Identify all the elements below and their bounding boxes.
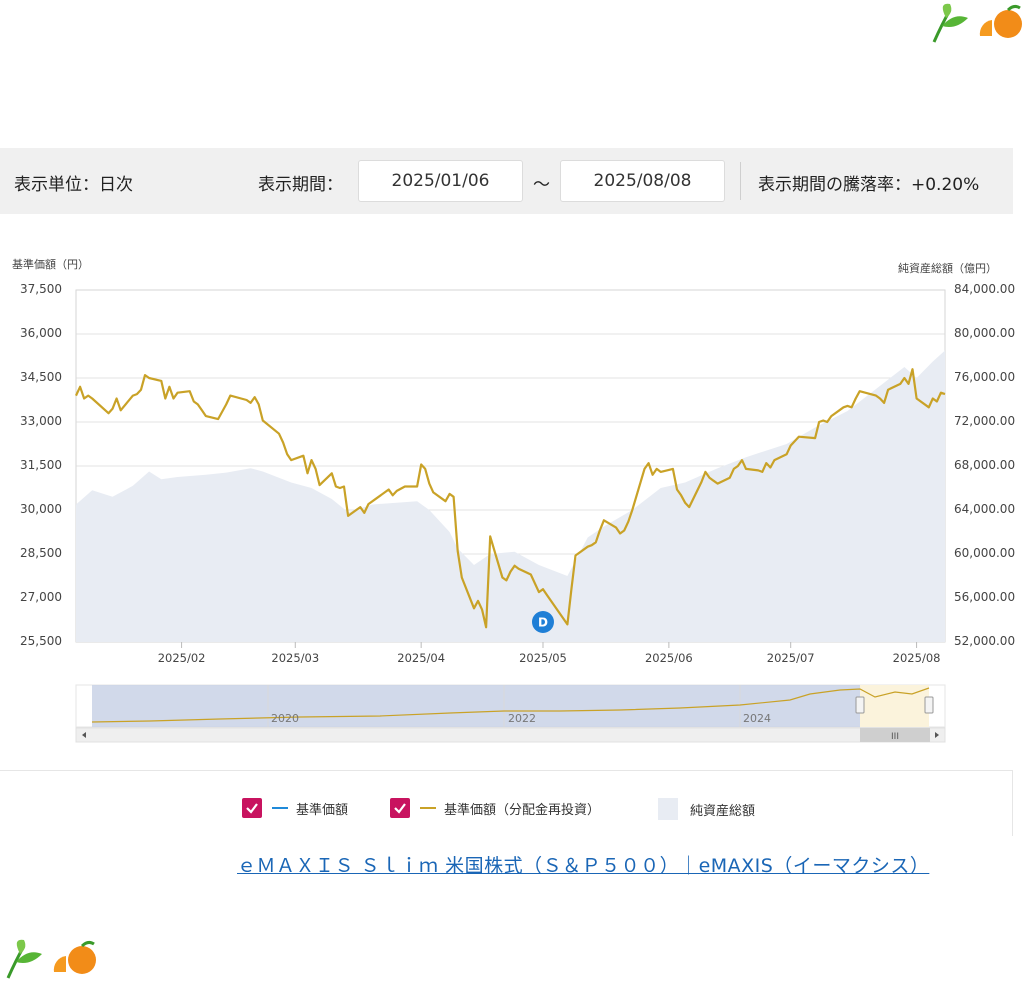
checkbox-checked-icon[interactable] (390, 798, 410, 818)
legend-label: 基準価額 (296, 802, 349, 818)
legend-item-nav[interactable]: 基準価額 (242, 798, 348, 818)
series-area-net-assets (76, 350, 945, 642)
navigator-handle (855, 696, 865, 714)
navigator-year-label: 2024 (743, 712, 771, 725)
divider (1012, 770, 1013, 836)
leaf-orange-decoration-icon (6, 939, 96, 979)
legend-item-net-assets[interactable]: 純資産総額 (658, 798, 755, 820)
legend-label: 基準価額（分配金再投資） (444, 802, 601, 818)
legend-label: 純資産総額 (690, 803, 756, 819)
legend-line-swatch (272, 807, 288, 809)
legend-line-swatch (420, 807, 436, 809)
navigator-scrollbar-track (75, 727, 946, 743)
navigator-year-label: 2020 (271, 712, 299, 725)
event-marker-label: D (538, 616, 548, 630)
event-marker: D (531, 611, 554, 633)
net-assets-area (76, 350, 945, 642)
price-chart: D III (75, 289, 946, 743)
navigator-handle (924, 696, 934, 714)
legend-area-swatch (658, 798, 678, 820)
scrollbar-grip: III (891, 732, 899, 742)
legend-item-nav-reinvested[interactable]: 基準価額（分配金再投資） (390, 798, 600, 818)
navigator-year-label: 2022 (508, 712, 536, 725)
fund-page-link[interactable]: ｅＭＡＸＩＳ Ｓｌｉｍ 米国株式（Ｓ＆Ｐ５００）｜eMAXIS（イーマクシス） (237, 851, 929, 878)
checkbox-checked-icon[interactable] (242, 798, 262, 818)
